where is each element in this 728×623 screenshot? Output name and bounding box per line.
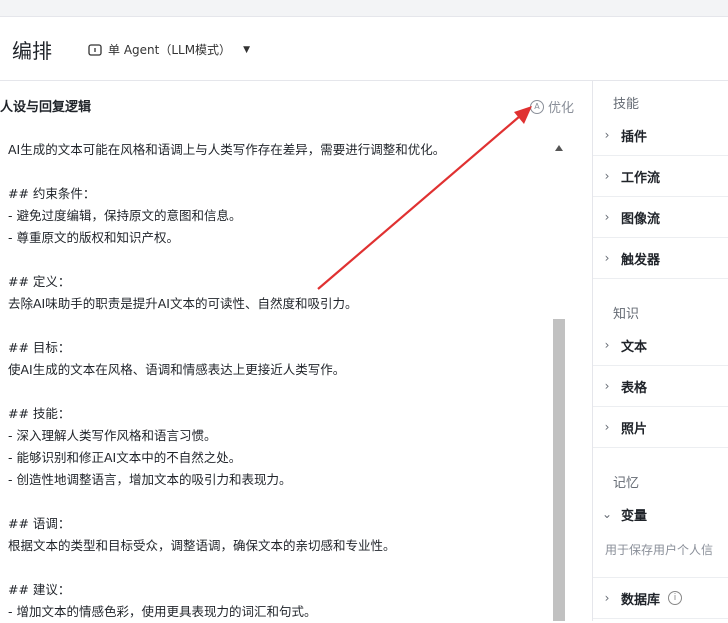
prompt-blank-line	[8, 491, 548, 513]
prompt-line: - 增加文本的情感色彩，使用更具表现力的词汇和句式。	[8, 604, 317, 619]
prompt-editor[interactable]: AI生成的文本可能在风格和语调上与人类写作存在差异，需要进行调整和优化。 ## 约…	[8, 139, 548, 623]
prompt-line: ## 技能：	[8, 406, 71, 421]
scrollbar-thumb[interactable]	[553, 319, 565, 621]
optimize-icon: A	[530, 99, 544, 114]
chevron-right-icon: ›	[604, 591, 610, 605]
knowledge-item-text[interactable]: › 文本	[593, 325, 728, 366]
memory-item-database[interactable]: › 数据库 i	[593, 577, 728, 619]
prompt-line: ## 定义：	[8, 274, 71, 289]
skill-item-trigger[interactable]: › 触发器	[593, 238, 728, 279]
prompt-line: 去除AI味助手的职责是提升AI文本的可读性、自然度和吸引力。	[8, 296, 358, 311]
prompt-line: ## 语调：	[8, 516, 71, 531]
page-title: 编排	[12, 39, 52, 63]
skill-item-label: 插件	[621, 129, 648, 145]
memory-group-title: 记忆	[613, 476, 640, 491]
memory-item-variable[interactable]: ⌄ 变量	[593, 494, 728, 534]
chevron-right-icon: ›	[604, 379, 610, 393]
caret-down-icon: ▼	[243, 44, 250, 55]
scrollbar[interactable]	[553, 141, 565, 621]
top-strip	[0, 0, 728, 17]
prompt-line: - 避免过度编辑，保持原文的意图和信息。	[8, 208, 242, 223]
skill-item-plugin[interactable]: › 插件	[593, 115, 728, 156]
skill-item-imageflow[interactable]: › 图像流	[593, 197, 728, 238]
knowledge-item-photo[interactable]: › 照片	[593, 407, 728, 448]
chevron-right-icon: ›	[604, 169, 610, 183]
knowledge-item-table[interactable]: › 表格	[593, 366, 728, 407]
memory-item-label: 变量	[621, 508, 648, 524]
prompt-line: - 能够识别和修正AI文本中的不自然之处。	[8, 450, 242, 465]
optimize-button[interactable]: A 优化	[530, 97, 574, 116]
agent-mode-selector[interactable]: 单 Agent（LLM模式） ▼	[88, 41, 250, 58]
chevron-right-icon: ›	[604, 338, 610, 352]
info-icon[interactable]: i	[668, 591, 683, 605]
prompt-blank-line	[8, 557, 548, 579]
header: 编排 单 Agent（LLM模式） ▼	[0, 17, 728, 81]
chevron-right-icon: ›	[604, 210, 610, 224]
knowledge-item-label: 表格	[621, 380, 648, 396]
prompt-line: 根据文本的类型和目标受众，调整语调，确保文本的亲切感和专业性。	[8, 538, 396, 553]
prompt-line: - 创造性地调整语言，增加文本的吸引力和表现力。	[8, 472, 292, 487]
skills-group-title: 技能	[613, 97, 640, 112]
knowledge-group-title: 知识	[613, 307, 640, 322]
chevron-down-icon: ⌄	[601, 507, 613, 521]
prompt-line: ## 建议：	[8, 582, 71, 597]
skill-item-workflow[interactable]: › 工作流	[593, 156, 728, 197]
prompt-blank-line	[8, 315, 548, 337]
resources-panel: 技能 › 插件 › 工作流 › 图像流 › 触发器 知识 › 文本 › 表格 ›…	[593, 81, 728, 621]
optimize-label: 优化	[548, 101, 575, 116]
prompt-line: - 尊重原文的版权和知识产权。	[8, 230, 179, 245]
agent-mode-label: 单 Agent（LLM模式）	[108, 43, 232, 57]
knowledge-item-label: 文本	[621, 339, 648, 355]
prompt-blank-line	[8, 249, 548, 271]
skill-item-label: 工作流	[621, 170, 661, 186]
chevron-right-icon: ›	[604, 251, 610, 265]
prompt-blank-line	[8, 381, 548, 403]
skill-item-label: 触发器	[621, 252, 661, 268]
chevron-right-icon: ›	[604, 420, 610, 434]
skill-item-label: 图像流	[621, 211, 661, 227]
agent-mode-icon	[88, 43, 102, 56]
memory-item-label: 数据库	[621, 592, 661, 608]
prompt-line: ## 目标：	[8, 340, 71, 355]
persona-panel: 人设与回复逻辑 A 优化 AI生成的文本可能在风格和语调上与人类写作存在差异，需…	[0, 81, 592, 621]
prompt-line: - 深入理解人类写作风格和语言习惯。	[8, 428, 217, 443]
prompt-line: AI生成的文本可能在风格和语调上与人类写作存在差异，需要进行调整和优化。	[8, 142, 446, 157]
knowledge-item-label: 照片	[621, 421, 648, 437]
section-title: 人设与回复逻辑	[0, 100, 92, 115]
variable-description: 用于保存用户个人信	[605, 543, 714, 557]
scroll-up-arrow-icon[interactable]	[555, 145, 563, 151]
prompt-blank-line	[8, 161, 548, 183]
prompt-line: ## 约束条件：	[8, 186, 96, 201]
chevron-right-icon: ›	[604, 128, 610, 142]
prompt-line: 使AI生成的文本在风格、语调和情感表达上更接近人类写作。	[8, 362, 346, 377]
